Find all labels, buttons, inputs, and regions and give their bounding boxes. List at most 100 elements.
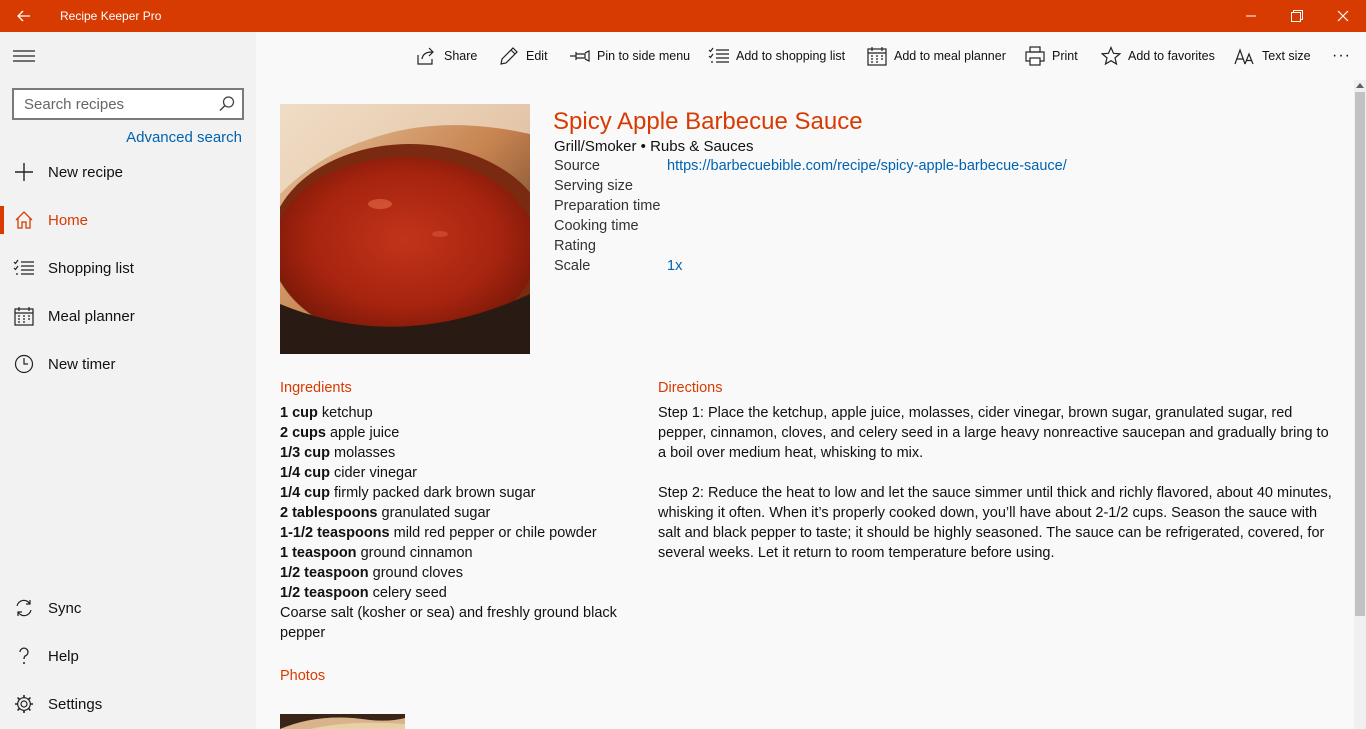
- pencil-icon: [498, 45, 520, 67]
- preparation-time-label: Preparation time: [554, 198, 661, 214]
- add-to-meal-planner-button[interactable]: Add to meal planner: [866, 44, 1006, 68]
- nav-label: Settings: [48, 695, 103, 713]
- shopping-list-icon: [708, 45, 730, 67]
- calendar-icon: [0, 292, 48, 340]
- photos-heading: Photos: [280, 668, 326, 684]
- pin-button[interactable]: Pin to side menu: [569, 44, 690, 68]
- calendar-icon: [866, 45, 888, 67]
- add-to-shopping-list-button[interactable]: Add to shopping list: [708, 44, 845, 68]
- ingredient-item: 2 cups apple juice: [280, 425, 400, 441]
- shopping-list-icon: [0, 244, 48, 292]
- recipe-photo[interactable]: [280, 104, 530, 354]
- recipe-categories: Grill/Smoker • Rubs & Sauces: [554, 138, 754, 155]
- star-icon: [1100, 45, 1122, 67]
- pin-icon: [569, 45, 591, 67]
- ingredients-heading: Ingredients: [280, 380, 352, 396]
- close-button[interactable]: [1320, 0, 1366, 32]
- scale-value[interactable]: 1x: [667, 258, 682, 274]
- hamburger-menu-button[interactable]: [12, 46, 36, 66]
- print-button[interactable]: Print: [1024, 44, 1078, 68]
- rating-label: Rating: [554, 238, 596, 254]
- ingredient-item: 2 tablespoons granulated sugar: [280, 505, 491, 521]
- edit-button[interactable]: Edit: [498, 44, 548, 68]
- minimize-icon: [1246, 15, 1256, 17]
- text-size-icon: [1234, 45, 1256, 67]
- advanced-search-link[interactable]: Advanced search: [126, 129, 242, 146]
- nav-help[interactable]: Help: [0, 632, 256, 680]
- ingredient-item: 1-1/2 teaspoons mild red pepper or chile…: [280, 525, 597, 541]
- back-button[interactable]: [8, 0, 40, 32]
- directions-heading: Directions: [658, 380, 723, 396]
- title-bar: Recipe Keeper Pro: [0, 0, 1366, 32]
- share-label: Share: [444, 49, 478, 63]
- scroll-up-button[interactable]: [1354, 80, 1366, 90]
- more-options-icon: ···: [1332, 47, 1351, 64]
- command-bar: Share Edit Pin to side menu Add to shopp…: [256, 32, 1366, 80]
- nav-home[interactable]: Home: [0, 196, 256, 244]
- serving-size-label: Serving size: [554, 178, 633, 194]
- shopping-label: Add to shopping list: [736, 49, 846, 63]
- add-to-favorites-button[interactable]: Add to favorites: [1100, 44, 1215, 68]
- vertical-scrollbar[interactable]: [1354, 80, 1366, 729]
- text-size-label: Text size: [1262, 49, 1311, 63]
- search-icon: [219, 96, 235, 112]
- nav-meal-planner[interactable]: Meal planner: [0, 292, 256, 340]
- share-button[interactable]: Share: [416, 44, 477, 68]
- sauce-image: [280, 104, 530, 354]
- help-icon: [0, 632, 48, 680]
- search-input[interactable]: [14, 90, 214, 118]
- ingredient-item: Coarse salt (kosher or sea) and freshly …: [280, 605, 617, 641]
- source-label: Source: [554, 158, 600, 174]
- nav-label: Help: [48, 647, 79, 665]
- gear-icon: [0, 680, 48, 728]
- meal-label: Add to meal planner: [894, 49, 1006, 63]
- ingredient-item: 1/2 teaspoon celery seed: [280, 585, 447, 601]
- cooking-time-label: Cooking time: [554, 218, 639, 234]
- text-size-button[interactable]: Text size: [1234, 44, 1311, 68]
- search-button[interactable]: [218, 95, 236, 113]
- chevron-up-icon: [1356, 82, 1364, 88]
- nav-sync[interactable]: Sync: [0, 584, 256, 632]
- ingredient-item: 1 cup ketchup: [280, 405, 373, 421]
- nav-label: Shopping list: [48, 259, 134, 277]
- direction-step: Step 2: Reduce the heat to low and let t…: [658, 485, 1332, 561]
- restore-icon: [1291, 10, 1303, 22]
- print-label: Print: [1052, 49, 1078, 63]
- ingredient-item: 1/4 cup firmly packed dark brown sugar: [280, 485, 536, 501]
- scale-label: Scale: [554, 258, 591, 274]
- hamburger-icon: [13, 50, 35, 62]
- clock-icon: [0, 340, 48, 388]
- pin-label: Pin to side menu: [597, 49, 691, 63]
- restore-button[interactable]: [1274, 0, 1320, 32]
- nav-label: Sync: [48, 599, 82, 617]
- nav-label: New recipe: [48, 163, 124, 181]
- nav-new-timer[interactable]: New timer: [0, 340, 256, 388]
- recipe-detail: Spicy Apple Barbecue Sauce Grill/Smoker …: [256, 80, 1354, 729]
- minimize-button[interactable]: [1228, 0, 1274, 32]
- plus-icon: [0, 148, 48, 196]
- edit-label: Edit: [526, 49, 548, 63]
- close-icon: [1337, 10, 1349, 22]
- directions-text: Step 1: Place the ketchup, apple juice, …: [658, 403, 1338, 583]
- ingredient-item: 1 teaspoon ground cinnamon: [280, 545, 473, 561]
- favorites-label: Add to favorites: [1128, 49, 1215, 63]
- nav-shopping-list[interactable]: Shopping list: [0, 244, 256, 292]
- ingredient-item: 1/2 teaspoon ground cloves: [280, 565, 463, 581]
- nav-new-recipe[interactable]: New recipe: [0, 148, 256, 196]
- search-box: [12, 88, 244, 120]
- source-link[interactable]: https://barbecuebible.com/recipe/spicy-a…: [667, 158, 1067, 174]
- scrollbar-thumb[interactable]: [1355, 92, 1365, 616]
- ingredient-item: 1/3 cup molasses: [280, 445, 396, 461]
- more-options-button[interactable]: ···: [1332, 44, 1351, 68]
- sidebar: Advanced search New recipe Home Shopping…: [0, 32, 256, 729]
- sauce-thumbnail-image: [280, 714, 405, 729]
- share-icon: [416, 45, 438, 67]
- nav-label: Meal planner: [48, 307, 135, 325]
- ingredients-list: 1 cup ketchup 2 cups apple juice 1/3 cup…: [280, 403, 650, 643]
- photo-thumbnail[interactable]: [280, 714, 405, 729]
- recipe-title: Spicy Apple Barbecue Sauce: [553, 108, 863, 135]
- sync-icon: [0, 584, 48, 632]
- nav-settings[interactable]: Settings: [0, 680, 256, 728]
- app-title: Recipe Keeper Pro: [60, 9, 162, 23]
- printer-icon: [1024, 45, 1046, 67]
